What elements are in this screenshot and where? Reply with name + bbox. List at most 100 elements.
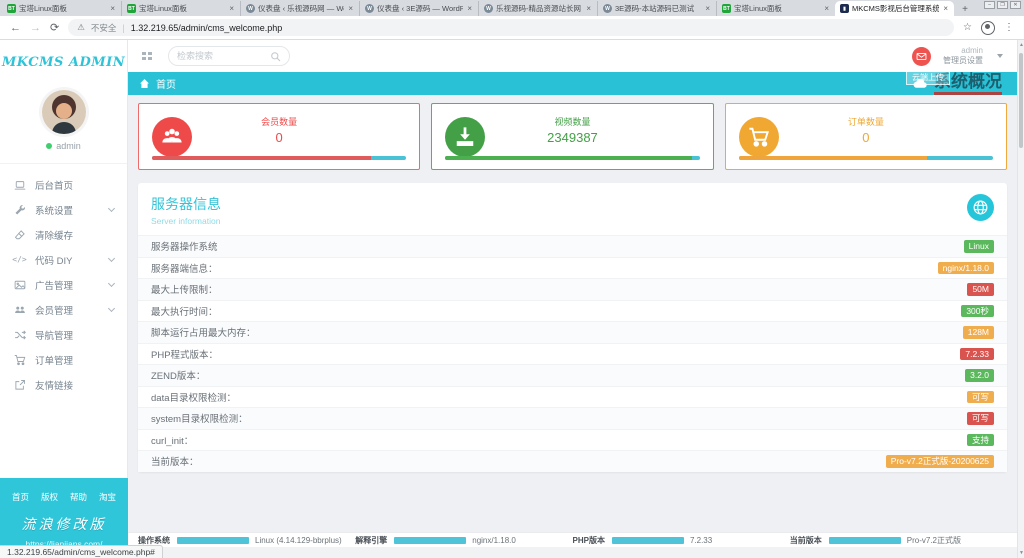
menu-toggle-icon[interactable] (142, 52, 152, 60)
footer-brand: 流浪修改版 (0, 514, 128, 534)
cloud-upload-button[interactable]: 云端上传 (906, 70, 950, 85)
window-maximize-button[interactable]: ❐ (997, 1, 1008, 9)
footer-link-home[interactable]: 首页 (12, 491, 29, 503)
window-minimize-button[interactable]: – (984, 1, 995, 9)
vertical-scrollbar[interactable]: ▲ ▼ (1017, 40, 1024, 558)
row-label: 当前版本： (151, 454, 199, 468)
tab-close-icon[interactable]: × (466, 4, 473, 13)
sidebar-item-navigation[interactable]: 导航管理 (0, 322, 127, 347)
status-progress-track (612, 537, 684, 544)
window-controls: – ❐ ✕ (984, 1, 1021, 9)
sidebar-item-clear-cache[interactable]: 清除缓存 (0, 222, 127, 247)
scrollbar-thumb[interactable] (1019, 53, 1023, 148)
top-header: admin 管理员设置 (128, 40, 1017, 72)
status-badge: 可写 (967, 412, 994, 425)
page-url: 1.32.219.65/admin/cms_welcome.php (131, 23, 283, 33)
server-info-row: ZEND版本： 3.2.0 (138, 364, 1007, 386)
user-menu[interactable]: admin 管理员设置 (943, 46, 983, 66)
window-close-button[interactable]: ✕ (1010, 1, 1021, 9)
bookmark-star-icon[interactable]: ☆ (963, 22, 972, 33)
browser-tab[interactable]: BT宝塔Linux面板× (2, 1, 121, 16)
chevron-down-icon (997, 54, 1003, 58)
browser-menu-icon[interactable]: ⋮ (1004, 22, 1014, 33)
avatar[interactable] (42, 90, 86, 134)
mkcms-favicon-icon: ▮ (840, 4, 849, 13)
tab-close-icon[interactable]: × (347, 4, 354, 13)
wordpress-favicon-icon: W (603, 4, 612, 13)
sidebar-item-friend-links[interactable]: 友情链接 (0, 372, 127, 397)
stat-progress-track (445, 156, 699, 160)
tab-close-icon[interactable]: × (942, 4, 949, 13)
row-label: 服务器操作系统 (151, 239, 218, 253)
code-icon: </> (13, 253, 26, 266)
chevron-down-icon (108, 304, 115, 311)
stat-progress-track (152, 156, 406, 160)
browser-profile-icon[interactable] (981, 21, 995, 35)
shuffle-icon (13, 328, 26, 341)
browser-tab[interactable]: W仪表盘 ‹ 3E源码 — WordP× (359, 1, 478, 16)
row-label: 最大上传限制： (151, 282, 218, 296)
search-input[interactable] (177, 51, 262, 61)
sidebar-item-ads[interactable]: 广告管理 (0, 272, 127, 297)
server-info-row: system目录权限检测：可写 (138, 407, 1007, 429)
url-omnibox[interactable]: ⚠ 不安全 | 1.32.219.65/admin/cms_welcome.ph… (68, 19, 954, 36)
stat-card-videos: 视频数量2349387 (431, 103, 713, 170)
breadcrumb[interactable]: 首页 (156, 76, 176, 91)
row-label: 最大执行时间： (151, 304, 218, 318)
footer-link-help[interactable]: 帮助 (70, 491, 87, 503)
tab-close-icon[interactable]: × (823, 4, 830, 13)
sidebar-item-label: 系统设置 (35, 203, 73, 217)
browser-tab[interactable]: BT宝塔Linux面板× (121, 1, 240, 16)
sidebar-item-code-diy[interactable]: </> 代码 DIY (0, 247, 127, 272)
back-icon[interactable]: ← (10, 22, 21, 34)
stat-value: 0 (726, 130, 1006, 145)
bt-favicon-icon: BT (127, 4, 136, 13)
tab-close-icon[interactable]: × (109, 4, 116, 13)
browser-tab[interactable]: W仪表盘 ‹ 乐视源码网 — Wo× (240, 1, 359, 16)
wrench-icon (13, 203, 26, 216)
tab-close-icon[interactable]: × (585, 4, 592, 13)
not-secure-warning-icon: ⚠ (77, 22, 85, 33)
row-label: 服务器端信息： (151, 261, 218, 275)
new-tab-button[interactable]: + (958, 3, 972, 16)
status-badge: 3.2.0 (965, 369, 994, 382)
browser-tab-strip: BT宝塔Linux面板× BT宝塔Linux面板× W仪表盘 ‹ 乐视源码网 —… (0, 0, 1024, 16)
row-label: ZEND版本： (151, 368, 205, 382)
panel-subtitle: Server information (138, 214, 1007, 235)
scroll-up-icon[interactable]: ▲ (1018, 42, 1024, 48)
username-label: admin (56, 141, 81, 151)
tab-close-icon[interactable]: × (228, 4, 235, 13)
status-badge: 50M (967, 283, 994, 296)
sidebar: MKCMS ADMIN admin 后台首页 系统设置 清除缓存 </> 代码 … (0, 40, 128, 558)
browser-tab[interactable]: W乐视源码-精品资源站长网× (478, 1, 597, 16)
server-info-row: 当前版本：Pro-v7.2正式版-20200625 (138, 450, 1007, 472)
stat-card-members: 会员数量0 (138, 103, 420, 170)
browser-tab[interactable]: W3E源码-本站源码已测试× (597, 1, 716, 16)
reload-icon[interactable]: ⟳ (50, 21, 59, 34)
status-os: 操作系统 Linux (4.14.129-bbrplus) (138, 535, 355, 546)
tab-title: 3E源码-本站源码已测试 (615, 3, 701, 14)
forward-icon[interactable]: → (30, 22, 41, 34)
external-link-icon (13, 378, 26, 391)
footer-link-taobao[interactable]: 淘宝 (99, 491, 116, 503)
sidebar-item-dashboard[interactable]: 后台首页 (0, 172, 127, 197)
chevron-down-icon (108, 254, 115, 261)
status-badge: 可写 (967, 391, 994, 404)
scroll-down-icon[interactable]: ▼ (1018, 550, 1024, 556)
stat-value: 0 (139, 130, 419, 145)
browser-tab-active[interactable]: ▮MKCMS影视后台管理系统× (835, 1, 954, 16)
status-progress-track (829, 537, 901, 544)
sidebar-item-members[interactable]: 会员管理 (0, 297, 127, 322)
footer-link-copyright[interactable]: 版权 (41, 491, 58, 503)
status-badge: 7.2.33 (960, 348, 994, 361)
chevron-down-icon (108, 204, 115, 211)
status-value: Pro-v7.2正式版 (907, 535, 961, 546)
sidebar-item-system-settings[interactable]: 系统设置 (0, 197, 127, 222)
browser-tab[interactable]: BT宝塔Linux面板× (716, 1, 835, 16)
sidebar-item-orders[interactable]: 订单管理 (0, 347, 127, 372)
server-info-row: 服务器端信息：nginx/1.18.0 (138, 257, 1007, 279)
search-box[interactable] (168, 46, 290, 66)
server-info-panel: 服务器信息 Server information 服务器操作系统Linux 服务… (138, 183, 1007, 472)
messages-icon[interactable] (912, 47, 931, 66)
tab-close-icon[interactable]: × (704, 4, 711, 13)
